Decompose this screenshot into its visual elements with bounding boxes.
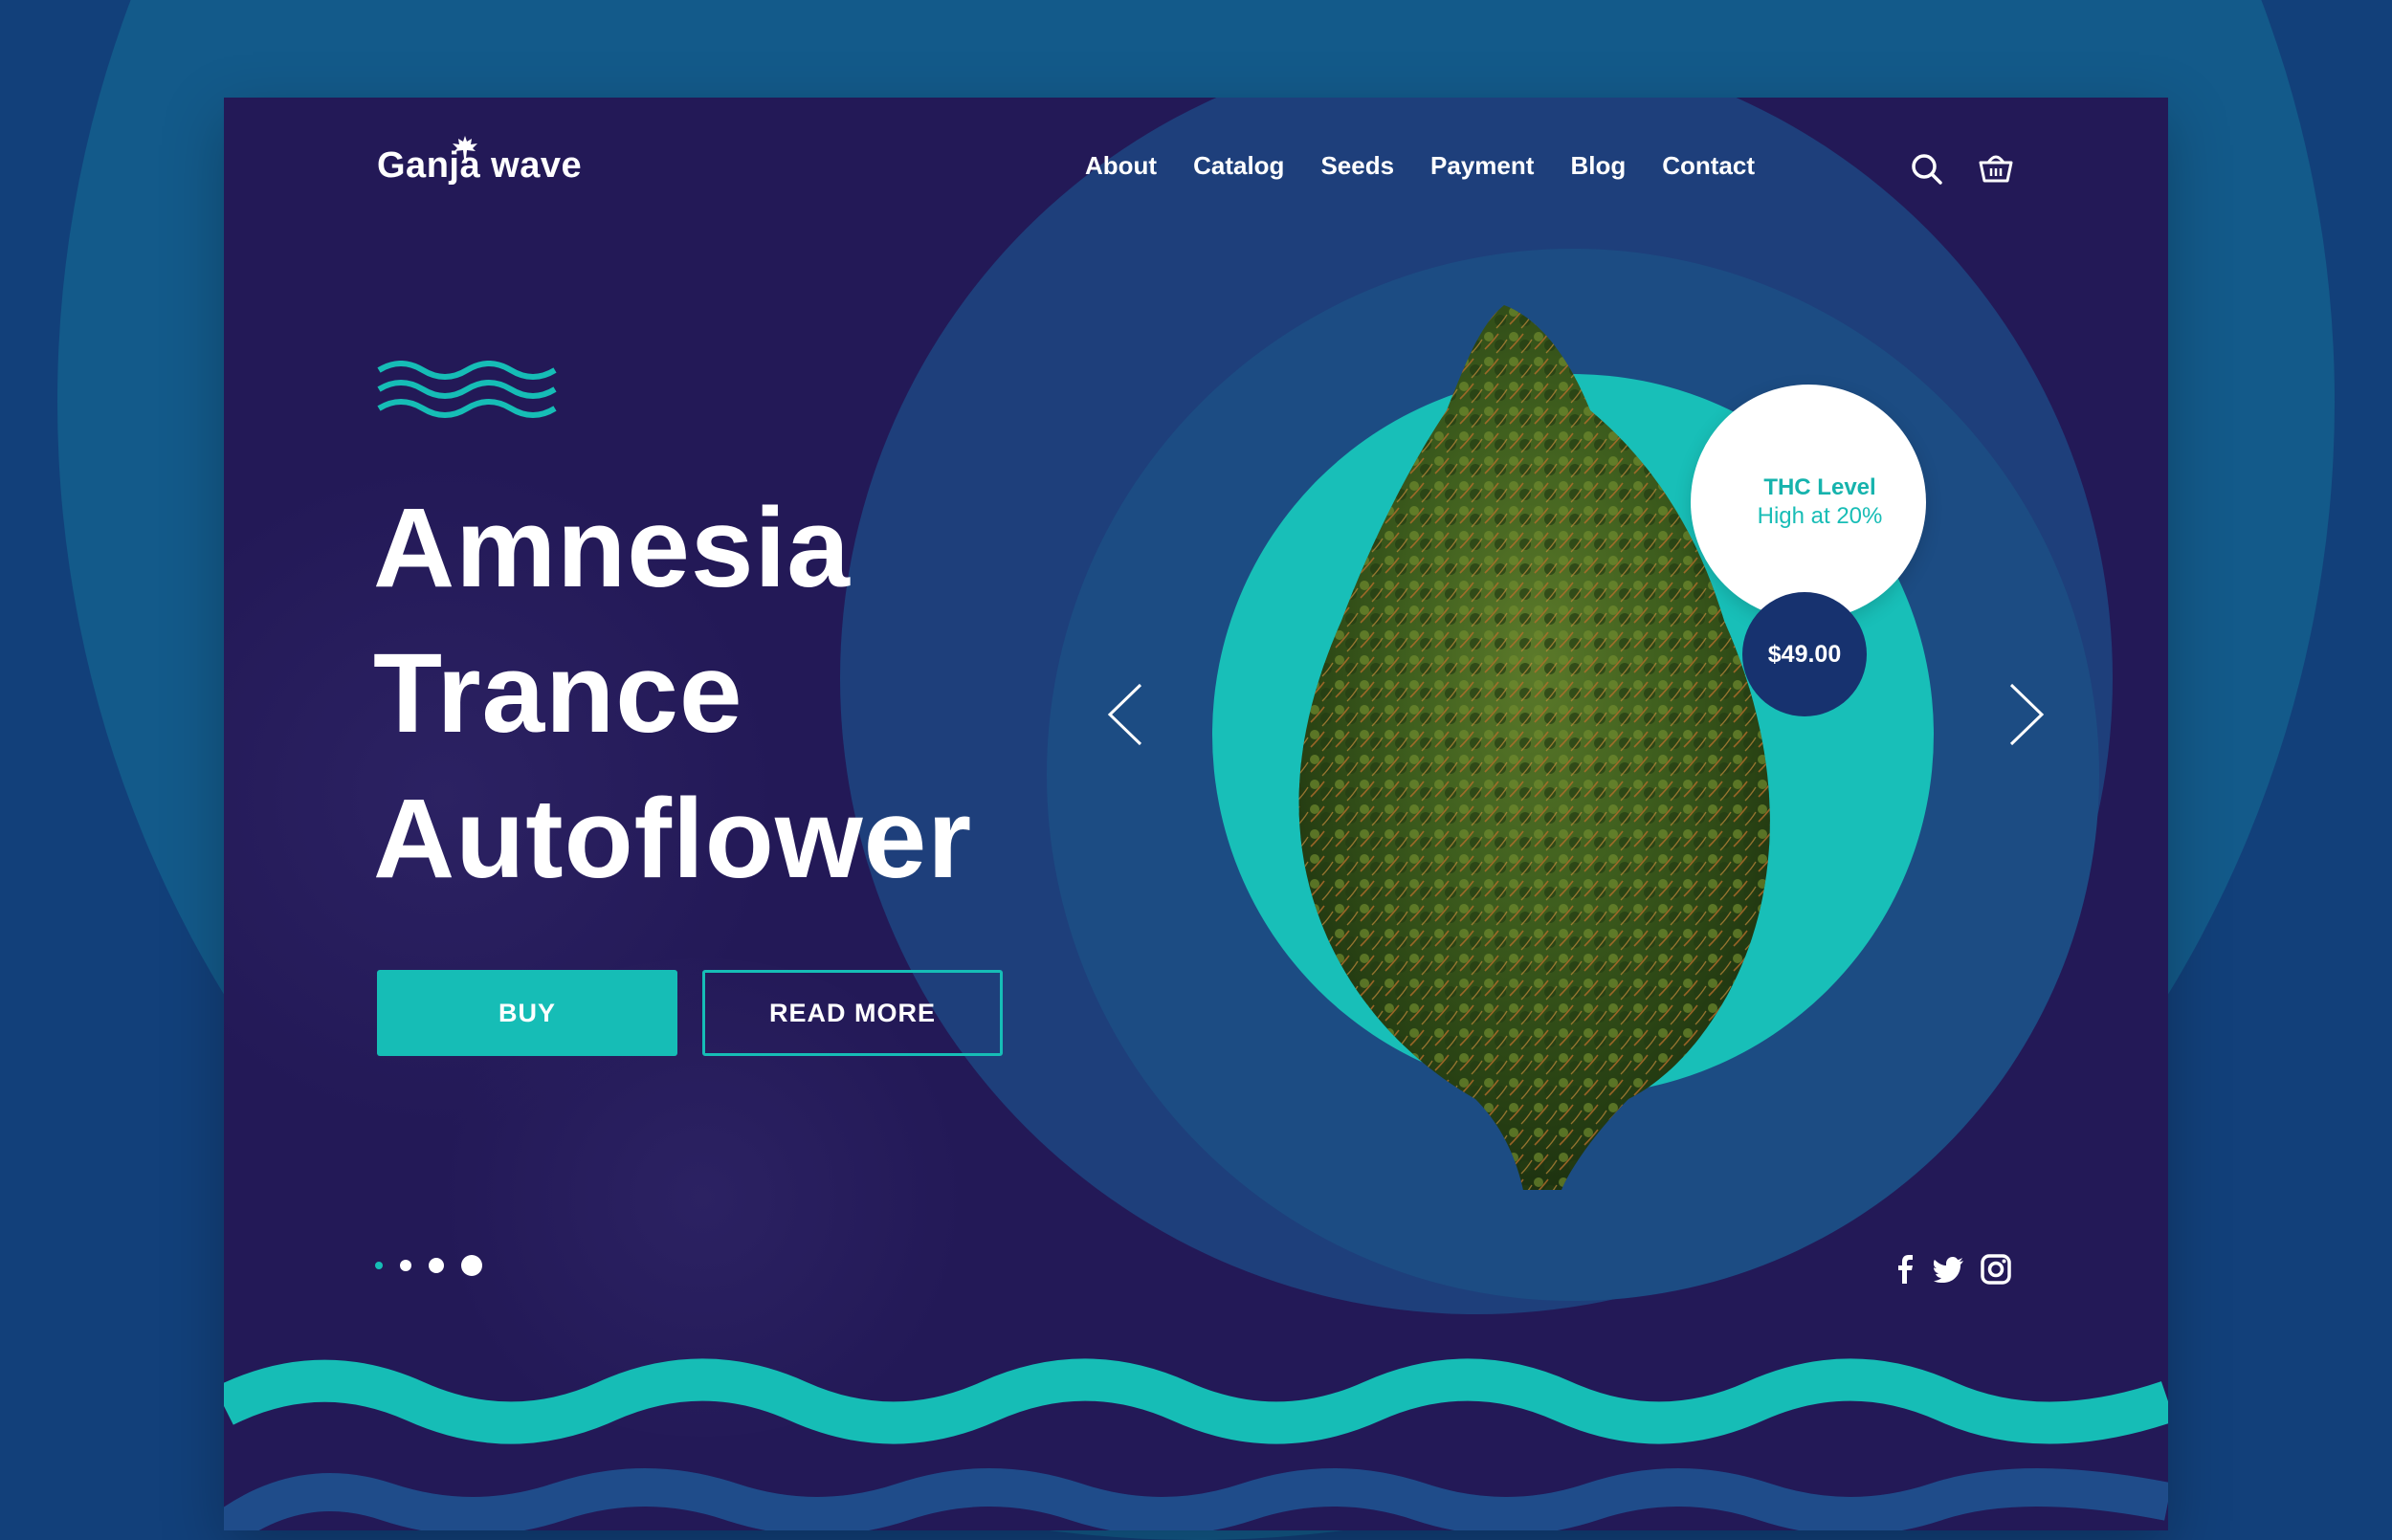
nav-payment[interactable]: Payment [1430, 151, 1534, 181]
search-icon[interactable] [1908, 150, 1946, 188]
title-line-1: Amnesia [373, 485, 851, 611]
nav-seeds[interactable]: Seeds [1320, 151, 1394, 181]
chevron-left-icon[interactable] [1104, 681, 1146, 748]
bottom-wave-decoration [224, 1358, 2168, 1530]
title-line-3: Autoflower [373, 776, 973, 902]
slider-dot[interactable] [429, 1258, 444, 1273]
nav-contact[interactable]: Contact [1662, 151, 1755, 181]
nav-about[interactable]: About [1085, 151, 1157, 181]
wave-decoration-icon [377, 361, 557, 418]
facebook-icon[interactable] [1889, 1253, 1921, 1286]
nav-blog[interactable]: Blog [1570, 151, 1626, 181]
slider-pagination [375, 1255, 482, 1276]
slider-dot[interactable] [400, 1260, 411, 1271]
basket-icon[interactable] [1977, 148, 2015, 187]
main-nav: About Catalog Seeds Payment Blog Contact [1085, 151, 1755, 181]
title-line-2: Trance [373, 630, 743, 757]
hero-panel: Ganja wave About Catalog Seeds Payment B… [224, 98, 2168, 1530]
twitter-icon[interactable] [1933, 1253, 1965, 1286]
read-more-button[interactable]: READ MORE [702, 970, 1003, 1056]
buy-button[interactable]: BUY [377, 970, 677, 1056]
slider-dot[interactable] [375, 1262, 383, 1269]
thc-label: THC Level [1763, 474, 1876, 500]
thc-value: High at 20% [1757, 503, 1883, 529]
product-title: Amnesia Trance Autoflower [373, 475, 972, 912]
thc-level-badge: THC Level High at 20% [1691, 385, 1926, 620]
chevron-right-icon[interactable] [2005, 681, 2048, 748]
nav-catalog[interactable]: Catalog [1193, 151, 1284, 181]
slider-dot[interactable] [461, 1255, 482, 1276]
brand-logo-text[interactable]: Ganja wave [377, 145, 582, 187]
instagram-icon[interactable] [1980, 1253, 2012, 1286]
price-badge: $49.00 [1742, 592, 1867, 716]
maple-leaf-icon [453, 136, 477, 159]
